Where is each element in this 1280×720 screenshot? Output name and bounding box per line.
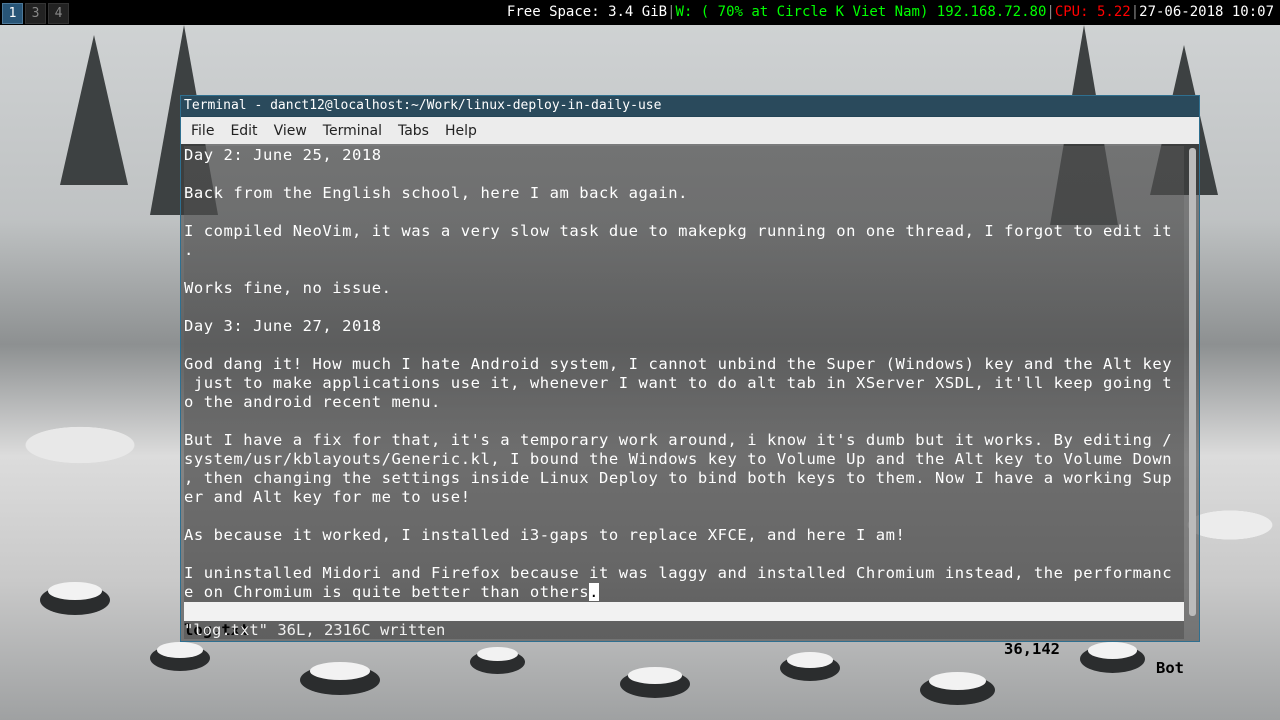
status-blocks: Free Space: 3.4 GiB|W: ( 70% at Circle K… xyxy=(506,4,1274,20)
editor-line: just to make applications use it, whenev… xyxy=(184,374,1173,392)
menu-tabs[interactable]: Tabs xyxy=(390,123,437,139)
terminal-window[interactable]: Terminal - danct12@localhost:~/Work/linu… xyxy=(180,95,1200,677)
editor-line: I compiled NeoVim, it was a very slow ta… xyxy=(184,222,1173,240)
wallpaper-stone xyxy=(620,667,690,698)
editor-line: . xyxy=(184,241,194,259)
editor-line: system/usr/kblayouts/Generic.kl, I bound… xyxy=(184,450,1173,468)
command-message: "log.txt" 36L, 2316C written xyxy=(184,621,446,639)
editor-line: As because it worked, I installed i3-gap… xyxy=(184,526,906,544)
workspace-button-1[interactable]: 1 xyxy=(2,3,23,24)
workspace-button-3[interactable]: 3 xyxy=(25,3,46,24)
menu-view[interactable]: View xyxy=(266,123,315,139)
status-bar: 1 3 4 Free Space: 3.4 GiB|W: ( 70% at Ci… xyxy=(0,0,1280,25)
free-space-status: Free Space: 3.4 GiB xyxy=(506,4,668,20)
vertical-scrollbar[interactable] xyxy=(1189,148,1196,616)
editor-line-last: e on Chromium is quite better than other… xyxy=(184,583,1184,602)
text-cursor: . xyxy=(589,583,600,601)
editor-line: But I have a fix for that, it's a tempor… xyxy=(184,431,1173,449)
wallpaper-tree xyxy=(60,35,128,185)
terminal-content[interactable]: Day 2: June 25, 2018 Back from the Engli… xyxy=(184,146,1184,677)
editor-line: Day 3: June 27, 2018 xyxy=(184,317,382,335)
menu-edit[interactable]: Edit xyxy=(222,123,265,139)
datetime-status: 27-06-2018 10:07 xyxy=(1139,4,1274,20)
editor-line: God dang it! How much I hate Android sys… xyxy=(184,355,1173,373)
wallpaper-stone xyxy=(780,652,840,681)
menu-terminal[interactable]: Terminal xyxy=(315,123,390,139)
editor-line: Works fine, no issue. xyxy=(184,279,392,297)
editor-line-text: e on Chromium is quite better than other… xyxy=(184,583,590,601)
workspace-button-4[interactable]: 4 xyxy=(48,3,69,24)
cpu-value: 5.22 xyxy=(1096,4,1131,20)
menu-help[interactable]: Help xyxy=(437,123,485,139)
wallpaper-stone xyxy=(920,672,995,705)
editor-line: , then changing the settings inside Linu… xyxy=(184,469,1173,487)
menu-bar: File Edit View Terminal Tabs Help xyxy=(181,117,1199,144)
editor-line: er and Alt key for me to use! xyxy=(184,488,471,506)
statusline-position: 36,142 xyxy=(1004,640,1060,658)
cpu-label: CPU: xyxy=(1054,4,1097,20)
wifi-status: W: ( 70% at Circle K Viet Nam) 192.168.7… xyxy=(675,4,1047,20)
wallpaper-stone xyxy=(300,662,380,695)
menu-file[interactable]: File xyxy=(183,123,222,139)
editor-line: Back from the English school, here I am … xyxy=(184,184,688,202)
editor-line: Day 2: June 25, 2018 xyxy=(184,146,382,164)
statusline-scroll: Bot xyxy=(1156,659,1184,677)
window-title[interactable]: Terminal - danct12@localhost:~/Work/linu… xyxy=(181,96,1199,117)
wallpaper-stone xyxy=(470,647,525,674)
wallpaper-stone xyxy=(40,582,110,615)
editor-line: o the android recent menu. xyxy=(184,393,441,411)
editor-line: I uninstalled Midori and Firefox because… xyxy=(184,564,1173,582)
wallpaper-stone xyxy=(1080,642,1145,673)
vim-statusline: log.txt 36,142 Bot xyxy=(184,602,1184,677)
